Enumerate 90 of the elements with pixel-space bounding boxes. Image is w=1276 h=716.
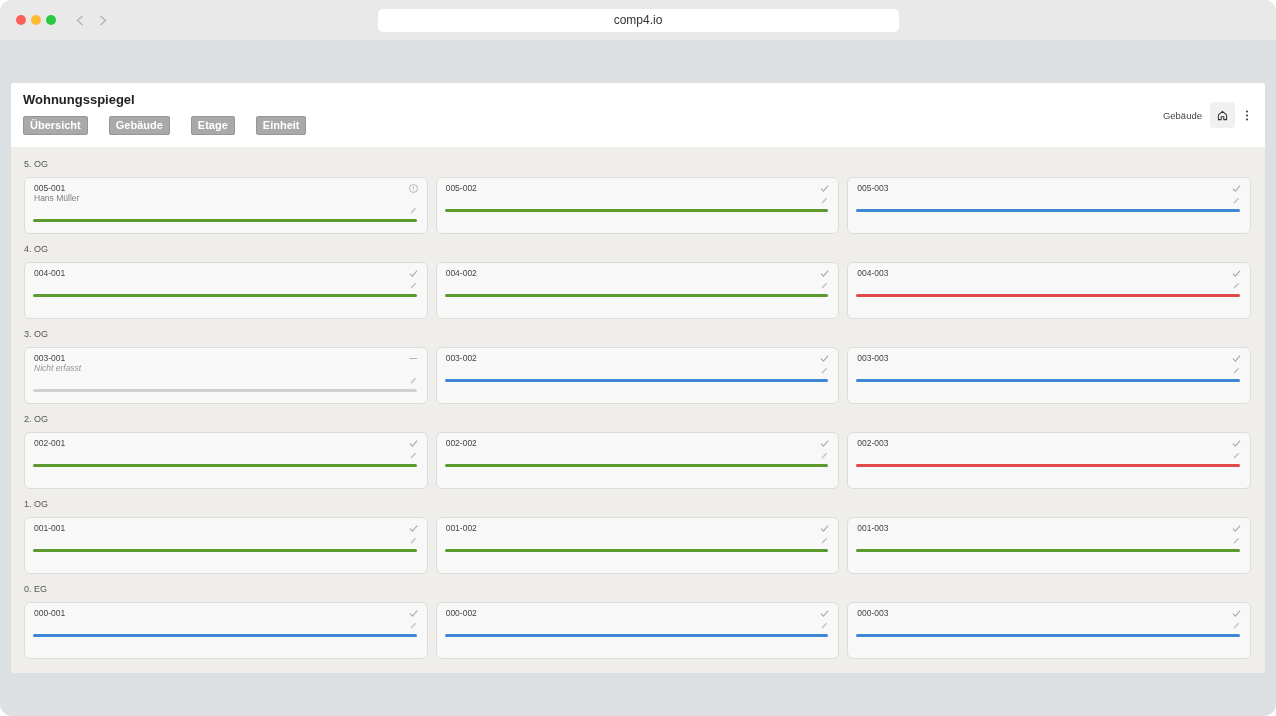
floor-label: 2. OG <box>24 413 48 425</box>
check-icon <box>820 184 830 193</box>
unit-card[interactable]: 004-002 <box>435 262 840 319</box>
unit-card[interactable]: 000-003 <box>847 602 1251 659</box>
window-minimize-icon[interactable] <box>31 15 41 25</box>
chevron-left-icon[interactable] <box>76 14 84 26</box>
floor-label: 0. EG <box>24 583 47 595</box>
check-icon <box>1232 269 1241 278</box>
check-icon <box>820 524 830 533</box>
check-icon <box>1232 354 1241 363</box>
check-icon <box>820 354 830 363</box>
pencil-icon[interactable] <box>1233 281 1240 289</box>
pencil-icon[interactable] <box>1233 621 1240 629</box>
pencil-icon[interactable] <box>821 281 829 289</box>
unit-card[interactable]: 003-003 <box>847 347 1251 404</box>
address-field[interactable]: comp4.io <box>377 8 899 32</box>
pencil-icon[interactable] <box>821 451 829 459</box>
unit-card[interactable]: 001-002 <box>435 517 840 574</box>
home-button[interactable] <box>1210 102 1235 128</box>
unit-number: 001-002 <box>445 523 477 533</box>
unit-number: 003-002 <box>445 353 477 363</box>
exclamation-circle-icon <box>408 184 418 193</box>
more-options-icon[interactable] <box>1245 109 1249 121</box>
tenant-name: Hans Müller <box>34 193 80 203</box>
window-close-icon[interactable] <box>16 15 26 25</box>
check-icon <box>1232 439 1241 448</box>
floor-label: 4. OG <box>24 243 48 255</box>
unit-number: 000-003 <box>857 608 889 618</box>
unit-card[interactable]: 003-001 Nicht erfasst <box>24 347 428 404</box>
unit-number: 000-002 <box>445 608 477 618</box>
home-icon <box>1217 109 1228 121</box>
unit-card[interactable]: 004-001 <box>24 262 428 319</box>
unit-card[interactable]: 005-002 <box>435 177 840 234</box>
unit-number: 003-003 <box>857 353 889 363</box>
unit-card[interactable]: 001-003 <box>847 517 1251 574</box>
pencil-icon[interactable] <box>1233 536 1240 544</box>
pencil-icon[interactable] <box>821 621 829 629</box>
unit-card[interactable]: 003-002 <box>435 347 840 404</box>
check-icon <box>1232 524 1241 533</box>
check-icon <box>820 609 830 618</box>
unit-number: 002-001 <box>34 438 66 448</box>
unit-number: 001-003 <box>857 523 889 533</box>
unit-number: 004-003 <box>857 268 889 278</box>
pencil-icon[interactable] <box>821 196 829 204</box>
check-icon <box>1232 184 1241 193</box>
unit-number: 005-001 <box>34 183 66 193</box>
unit-card[interactable]: 005-003 <box>847 177 1251 234</box>
unit-number: 002-003 <box>857 438 889 448</box>
unit-number: 004-002 <box>445 268 477 278</box>
check-icon <box>408 439 418 448</box>
pencil-icon[interactable] <box>409 451 417 459</box>
pencil-icon[interactable] <box>1233 196 1240 204</box>
floor-label: 1. OG <box>24 498 48 510</box>
pencil-icon[interactable] <box>821 366 829 374</box>
pencil-icon[interactable] <box>821 536 829 544</box>
unit-card[interactable]: 001-001 <box>24 517 428 574</box>
check-icon <box>408 524 418 533</box>
unit-number: 002-002 <box>445 438 477 448</box>
check-icon <box>408 269 418 278</box>
pencil-icon[interactable] <box>409 536 417 544</box>
unit-number: 001-001 <box>34 523 66 533</box>
pencil-icon[interactable] <box>409 281 417 289</box>
unit-number: 000-001 <box>34 608 66 618</box>
check-icon <box>1232 609 1241 618</box>
pencil-icon[interactable] <box>409 621 417 629</box>
unit-card[interactable]: 002-001 <box>24 432 428 489</box>
window-zoom-icon[interactable] <box>46 15 56 25</box>
check-icon <box>820 269 830 278</box>
unit-card[interactable]: 004-003 <box>847 262 1251 319</box>
unit-note: Nicht erfasst <box>34 363 82 373</box>
floor-label: 3. OG <box>24 328 48 340</box>
unit-card[interactable]: 002-003 <box>847 432 1251 489</box>
unit-number: 004-001 <box>34 268 66 278</box>
unit-card[interactable]: 005-001 Hans Müller <box>24 177 428 234</box>
check-icon <box>408 609 418 618</box>
page-title: Wohnungsspiegel <box>23 92 135 108</box>
check-icon <box>820 439 830 448</box>
unit-card[interactable]: 002-002 <box>435 432 840 489</box>
unit-card[interactable]: 000-002 <box>435 602 840 659</box>
floor-label: 5. OG <box>24 158 48 170</box>
unit-number: 003-001 <box>34 353 66 363</box>
context-label: Gebäude <box>1162 109 1202 121</box>
unit-card[interactable]: 000-001 <box>24 602 428 659</box>
pencil-icon[interactable] <box>1233 451 1240 459</box>
chevron-right-icon[interactable] <box>99 14 107 26</box>
pencil-icon[interactable] <box>1233 366 1240 374</box>
pencil-icon[interactable] <box>409 376 417 384</box>
unit-number: 005-002 <box>445 183 477 193</box>
unit-number: 005-003 <box>857 183 889 193</box>
pencil-icon[interactable] <box>409 206 417 214</box>
